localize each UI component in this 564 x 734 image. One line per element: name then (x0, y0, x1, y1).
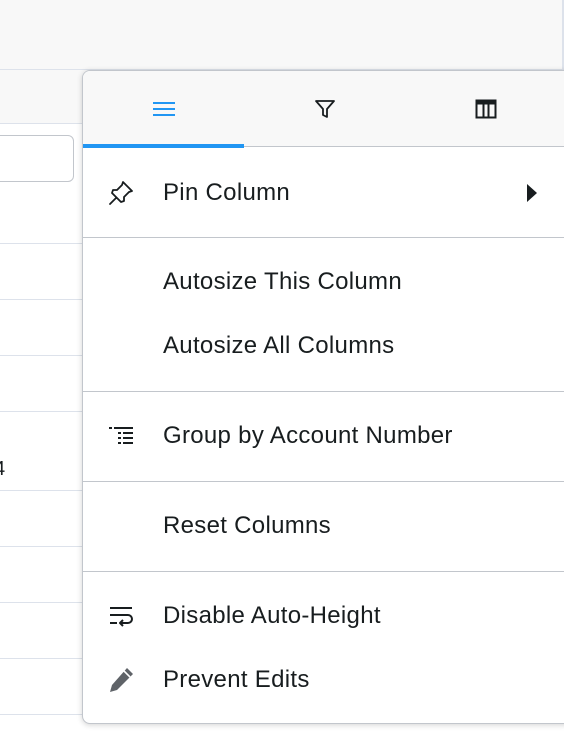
tab-columns[interactable] (405, 71, 564, 147)
menu-separator (83, 571, 564, 572)
floating-filter-input[interactable] (0, 135, 74, 182)
menu-separator (83, 237, 564, 238)
grid-stage: 4 (0, 0, 564, 734)
menu-item-prevent-edits[interactable]: Prevent Edits (83, 652, 564, 708)
menu-item-disable-auto-height[interactable]: Disable Auto-Height (83, 588, 564, 644)
menu-item-label: Prevent Edits (163, 666, 310, 693)
menu-separator (83, 481, 564, 482)
submenu-arrow-icon (527, 184, 537, 202)
filter-funnel-icon (314, 98, 336, 120)
menu-item-label: Pin Column (163, 179, 291, 206)
pencil-icon (105, 664, 137, 696)
column-menu-tabs (83, 71, 564, 148)
menu-item-autosize-this-column[interactable]: Autosize This Column (83, 254, 564, 310)
menu-item-label: Disable Auto-Height (163, 602, 381, 629)
menu-item-group-by-account-number[interactable]: Group by Account Number (83, 408, 564, 464)
menu-item-pin-column[interactable]: Pin Column (83, 165, 564, 221)
menu-item-label: Group by Account Number (163, 422, 453, 449)
menu-lines-icon (152, 100, 175, 118)
menu-item-label: Autosize All Columns (163, 332, 395, 359)
tab-general-menu[interactable] (83, 71, 244, 148)
pin-icon (105, 177, 137, 209)
columns-icon (475, 99, 497, 119)
menu-item-label: Reset Columns (163, 512, 331, 539)
menu-separator (83, 391, 564, 392)
menu-item-label: Autosize This Column (163, 268, 402, 295)
grid-toolbar (0, 0, 564, 70)
text-wrap-icon (105, 600, 137, 632)
tab-filter[interactable] (244, 71, 405, 147)
table-cell-text: 4 (0, 458, 5, 481)
menu-item-reset-columns[interactable]: Reset Columns (83, 498, 564, 554)
group-list-icon (105, 420, 137, 452)
menu-item-autosize-all-columns[interactable]: Autosize All Columns (83, 318, 564, 374)
column-menu: Pin Column Autosize This Column Autosize… (82, 70, 564, 724)
